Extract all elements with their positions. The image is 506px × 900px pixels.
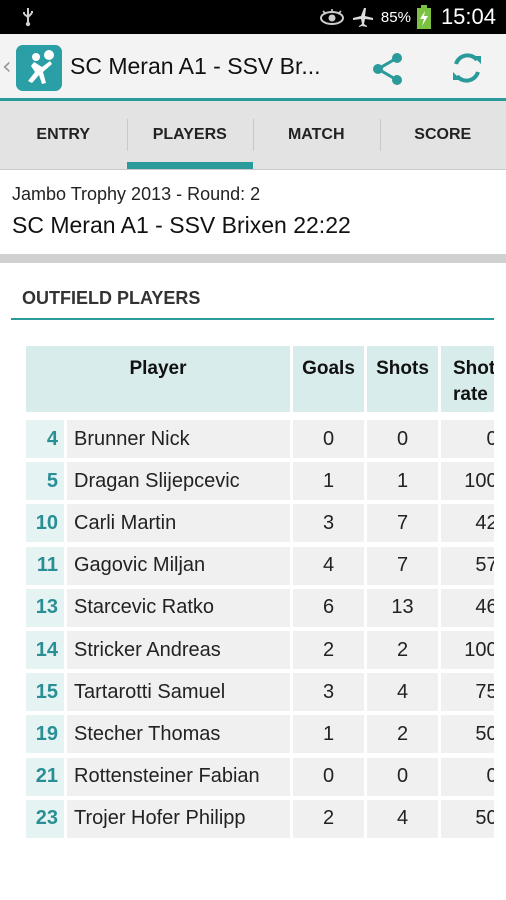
action-bar-title: SC Meran A1 - SSV Br...: [70, 53, 321, 79]
tab-entry[interactable]: ENTRY: [0, 101, 127, 169]
table-row: 13Starcevic Ratko61346 %: [26, 588, 494, 627]
player-name: Rottensteiner Fabian: [67, 757, 290, 796]
table-row: 19Stecher Thomas1250 %: [26, 715, 494, 754]
table-row: 5Dragan Slijepcevic11100 %: [26, 462, 494, 501]
players-table: Player Goals Shots Shot rate 4 Brunner Ni…: [26, 346, 494, 846]
player-number: 11: [26, 546, 64, 585]
status-bar: 85% 15:04: [0, 0, 506, 34]
goals-value: 2: [293, 631, 364, 669]
player-number: 23: [26, 799, 64, 838]
tab-match[interactable]: MATCH: [253, 101, 380, 169]
table-row: 23Trojer Hofer Philipp2450 %: [26, 799, 494, 838]
shot-rate-value: 46 %: [441, 588, 494, 627]
shots-value: 0: [367, 757, 438, 796]
header-goals: Goals: [293, 346, 364, 412]
divider: [0, 254, 506, 263]
handball-logo[interactable]: [16, 45, 62, 91]
clock: 15:04: [440, 4, 496, 29]
goals-value: 3: [293, 504, 364, 543]
shots-value: 0: [367, 420, 438, 458]
player-name: Brunner Nick: [67, 420, 290, 458]
player-name: Dragan Slijepcevic: [67, 462, 290, 501]
shot-rate-value: 0 %: [441, 420, 494, 458]
section-underline: [11, 318, 494, 320]
header-player: Player: [26, 346, 290, 412]
table-row: 21Rottensteiner Fabian000 %: [26, 757, 494, 796]
battery-percent: 85%: [380, 8, 411, 26]
shots-value: 4: [367, 673, 438, 712]
goals-value: 4: [293, 546, 364, 585]
player-number: 19: [26, 715, 64, 754]
player-number: 13: [26, 588, 64, 627]
table-row: 10Carli Martin3742 %: [26, 504, 494, 543]
player-name: Tartarotti Samuel: [67, 673, 290, 712]
goals-value: 0: [293, 757, 364, 796]
shot-rate-value: 50 %: [441, 799, 494, 838]
action-bar: ‹ SC Meran A1 - SSV Br...: [0, 34, 506, 101]
goals-value: 0: [293, 420, 364, 458]
shots-value: 7: [367, 546, 438, 585]
shots-value: 13: [367, 588, 438, 627]
table-row: 14Stricker Andreas22100 %: [26, 631, 494, 669]
player-number: 21: [26, 757, 64, 796]
eye-icon: [319, 9, 344, 25]
shot-rate-value: 0 %: [441, 757, 494, 796]
goals-value: 1: [293, 715, 364, 754]
table-row: 11Gagovic Miljan4757 %: [26, 546, 494, 585]
shots-value: 1: [367, 462, 438, 501]
player-name: Gagovic Miljan: [67, 546, 290, 585]
player-number: 14: [26, 631, 64, 669]
shots-value: 4: [367, 799, 438, 838]
player-name: Starcevic Ratko: [67, 588, 290, 627]
player-name: Trojer Hofer Philipp: [67, 799, 290, 838]
tab-players[interactable]: PLAYERS: [126, 101, 254, 169]
shot-rate-value: 42 %: [441, 504, 494, 543]
shot-rate-value: 100 %: [441, 462, 494, 501]
tournament-round: Jambo Trophy 2013 - Round: 2: [12, 184, 261, 204]
airplane-icon: [352, 8, 373, 27]
shots-value: 2: [367, 715, 438, 754]
goals-value: 2: [293, 799, 364, 838]
player-number: 5: [26, 462, 64, 501]
player-name: Carli Martin: [67, 504, 290, 543]
battery-charging-icon: [416, 5, 431, 29]
section-title: OUTFIELD PLAYERS: [22, 288, 201, 308]
share-icon[interactable]: [369, 50, 407, 88]
table-row: 15Tartarotti Samuel3475 %: [26, 673, 494, 712]
player-name: Stricker Andreas: [67, 631, 290, 669]
goals-value: 3: [293, 673, 364, 712]
shot-rate-value: 57 %: [441, 546, 494, 585]
goals-value: 6: [293, 588, 364, 627]
goals-value: 1: [293, 462, 364, 501]
refresh-icon[interactable]: [446, 47, 488, 89]
shot-rate-value: 50 %: [441, 715, 494, 754]
header-shot-rate: Shot rate: [441, 346, 494, 412]
usb-icon: [23, 8, 33, 27]
header-shots: Shots: [367, 346, 438, 412]
player-number: 10: [26, 504, 64, 543]
match-result: SC Meran A1 - SSV Brixen 22:22: [12, 212, 351, 238]
up-navigation-icon[interactable]: ‹: [2, 52, 12, 80]
tab-bar: ENTRY PLAYERS MATCH SCORE: [0, 101, 506, 170]
player-number: 15: [26, 673, 64, 712]
player-number: 4: [26, 420, 64, 458]
table-row: 4Brunner Nick000 %: [26, 420, 494, 458]
tab-score[interactable]: SCORE: [379, 101, 506, 169]
shot-rate-value: 100 %: [441, 631, 494, 669]
shots-value: 2: [367, 631, 438, 669]
shot-rate-value: 75 %: [441, 673, 494, 712]
shots-value: 7: [367, 504, 438, 543]
player-name: Stecher Thomas: [67, 715, 290, 754]
